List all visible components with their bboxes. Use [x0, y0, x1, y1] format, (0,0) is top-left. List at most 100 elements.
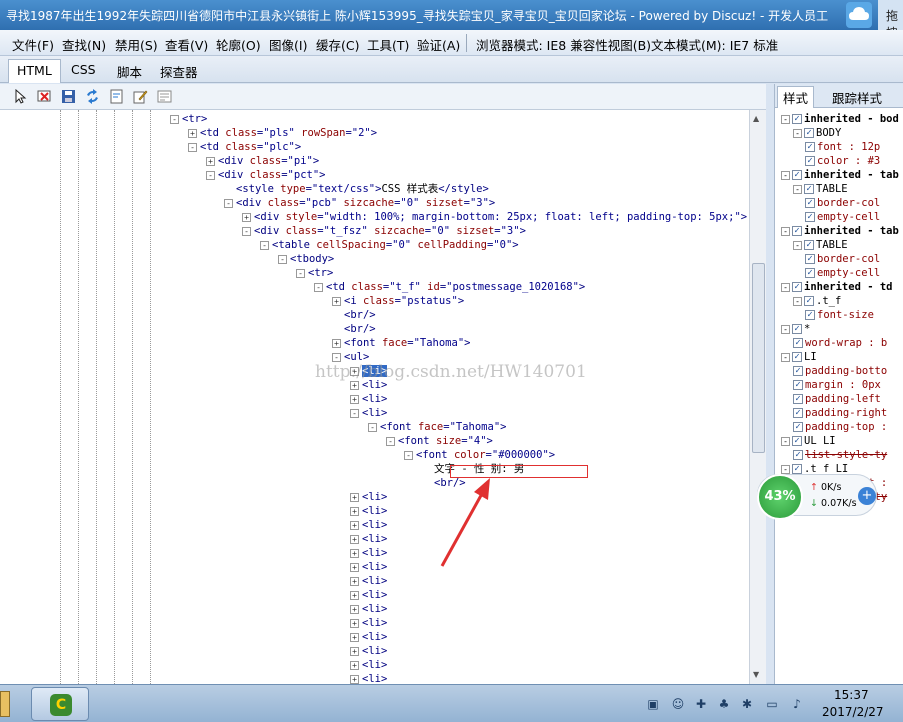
dom-node[interactable]: <style type="text/css">CSS 样式表</style> [224, 182, 489, 196]
rule-checkbox[interactable]: ✓ [793, 366, 803, 376]
dom-node[interactable]: + <li> [350, 644, 387, 658]
dom-node[interactable]: + <li> [350, 574, 387, 588]
collapse-icon[interactable]: - [278, 254, 287, 264]
style-rule-row[interactable]: ✓ color : #3 [805, 154, 880, 168]
collapse-icon[interactable]: - [781, 170, 790, 180]
dom-node[interactable]: - <tr> [296, 266, 333, 280]
collapse-icon[interactable]: - [368, 422, 377, 432]
tray-volume-icon[interactable]: ♪ [789, 696, 805, 712]
select-element-icon[interactable] [13, 88, 28, 104]
dom-node[interactable]: + <li> [350, 518, 387, 532]
style-rule-row[interactable]: - ✓ * [781, 322, 810, 336]
dom-node[interactable]: + <font face="Tahoma"> [332, 336, 470, 350]
dom-node[interactable]: + <li> [350, 672, 387, 684]
rule-checkbox[interactable]: ✓ [792, 282, 802, 292]
scrollbar-thumb[interactable] [752, 263, 765, 453]
collapse-icon[interactable]: - [386, 436, 395, 446]
collapse-icon[interactable]: - [793, 184, 802, 194]
expand-icon[interactable]: + [350, 562, 359, 572]
rule-checkbox[interactable]: ✓ [792, 324, 802, 334]
menu-document-mode[interactable]: 文本模式(M): IE7 标准 [651, 35, 778, 54]
style-rule-row[interactable]: ✓ padding-right [793, 406, 887, 420]
rule-checkbox[interactable]: ✓ [793, 450, 803, 460]
drag-hint[interactable]: 拖拽 [878, 0, 903, 30]
collapse-icon[interactable]: - [781, 282, 790, 292]
dom-node[interactable]: - <div class="pcb" sizcache="0" sizset="3… [224, 196, 495, 210]
style-rule-row[interactable]: ✓ margin : 0px [793, 378, 881, 392]
rule-checkbox[interactable]: ✓ [792, 464, 802, 474]
tray-chat-icon[interactable]: ☺ [670, 696, 686, 712]
rule-checkbox[interactable]: ✓ [793, 380, 803, 390]
menu-browser-mode[interactable]: 浏览器模式: IE8 兼容性视图(B) [476, 35, 651, 54]
style-rule-row[interactable]: ✓ empty-cell [805, 266, 880, 280]
rule-checkbox[interactable]: ✓ [804, 128, 814, 138]
style-rule-row[interactable]: ✓ padding-botto [793, 364, 887, 378]
rule-checkbox[interactable]: ✓ [792, 436, 802, 446]
rule-checkbox[interactable]: ✓ [793, 422, 803, 432]
cloud-icon[interactable] [846, 2, 872, 28]
collapse-icon[interactable]: - [224, 198, 233, 208]
collapse-icon[interactable]: - [242, 226, 251, 236]
dom-node[interactable]: + <li> [350, 546, 387, 560]
menu-find[interactable]: 查找(N) [62, 35, 106, 54]
tree-scrollbar[interactable]: ▲ ▼ [749, 110, 766, 684]
collapse-icon[interactable]: - [350, 408, 359, 418]
edit-icon[interactable] [133, 89, 148, 104]
expand-icon[interactable]: + [350, 660, 359, 670]
memory-percent[interactable]: 43% [757, 474, 803, 520]
rule-checkbox[interactable]: ✓ [792, 114, 802, 124]
expand-icon[interactable]: + [350, 632, 359, 642]
dom-node[interactable]: + <li> [350, 658, 387, 672]
rule-checkbox[interactable]: ✓ [793, 394, 803, 404]
style-rule-row[interactable]: - ✓ UL LI [781, 434, 836, 448]
collapse-icon[interactable]: - [781, 226, 790, 236]
dom-node[interactable]: <br/> [332, 322, 376, 336]
menu-file[interactable]: 文件(F) [12, 35, 54, 54]
dom-node[interactable]: - <div class="t_fsz" sizcache="0" sizset=… [242, 224, 526, 238]
dom-node[interactable]: - <td class="plc"> [188, 140, 301, 154]
tab-script[interactable]: 脚本 [109, 59, 150, 83]
collapse-icon[interactable]: - [781, 352, 790, 362]
collapse-icon[interactable]: - [781, 464, 790, 474]
dom-node[interactable]: + <li> [350, 630, 387, 644]
style-rule-row[interactable]: - ✓ TABLE [793, 182, 848, 196]
panel-splitter[interactable] [766, 84, 774, 684]
menu-cache[interactable]: 缓存(C) [316, 35, 359, 54]
rule-checkbox[interactable]: ✓ [793, 338, 803, 348]
dom-node[interactable]: + <li> [350, 532, 387, 546]
collapse-icon[interactable]: - [170, 114, 179, 124]
tab-trace-styles[interactable]: 跟踪样式 [832, 88, 882, 107]
scroll-up-icon[interactable]: ▲ [753, 114, 759, 123]
plus-icon[interactable]: + [858, 487, 876, 505]
tab-css[interactable]: CSS [63, 59, 104, 83]
expand-icon[interactable]: + [350, 394, 359, 404]
style-rule-row[interactable]: ✓list-style-ty [793, 448, 887, 462]
dom-node[interactable]: - <td class="t_f" id="postmessage_1020168… [314, 280, 585, 294]
rule-checkbox[interactable]: ✓ [805, 156, 815, 166]
rule-checkbox[interactable]: ✓ [804, 184, 814, 194]
tray-game-icon[interactable]: ✚ [693, 696, 709, 712]
menu-disable[interactable]: 禁用(S) [115, 35, 158, 54]
menu-validate[interactable]: 验证(A) [417, 35, 460, 54]
style-rule-row[interactable]: ✓ font : 12p [805, 140, 880, 154]
rule-checkbox[interactable]: ✓ [792, 170, 802, 180]
dom-node[interactable]: - <font color="#000000"> [404, 448, 555, 462]
collapse-icon[interactable]: - [332, 352, 341, 362]
dom-node[interactable]: - <tbody> [278, 252, 334, 266]
tray-settings-icon[interactable]: ✱ [739, 696, 755, 712]
style-rule-row[interactable]: - ✓ TABLE [793, 238, 848, 252]
tab-style[interactable]: 样式 [777, 86, 815, 108]
style-rule-row[interactable]: - ✓ BODY [793, 126, 841, 140]
dom-node[interactable]: + <li> [350, 602, 387, 616]
word-wrap-icon[interactable] [109, 89, 124, 104]
dom-node[interactable]: + <li> [350, 588, 387, 602]
tray-monitor-icon[interactable]: ▭ [764, 696, 780, 712]
dom-node[interactable]: - <font face="Tahoma"> [368, 420, 506, 434]
expand-icon[interactable]: + [332, 296, 341, 306]
dom-node[interactable]: + <div class="pi"> [206, 154, 319, 168]
dom-node[interactable]: - <table cellSpacing="0" cellPadding="0"> [260, 238, 519, 252]
dom-node[interactable]: - <li> [350, 406, 387, 420]
style-rule-row[interactable]: ✓ border-col [805, 196, 880, 210]
clock-time[interactable]: 15:37 [834, 688, 869, 702]
expand-icon[interactable]: + [350, 604, 359, 614]
